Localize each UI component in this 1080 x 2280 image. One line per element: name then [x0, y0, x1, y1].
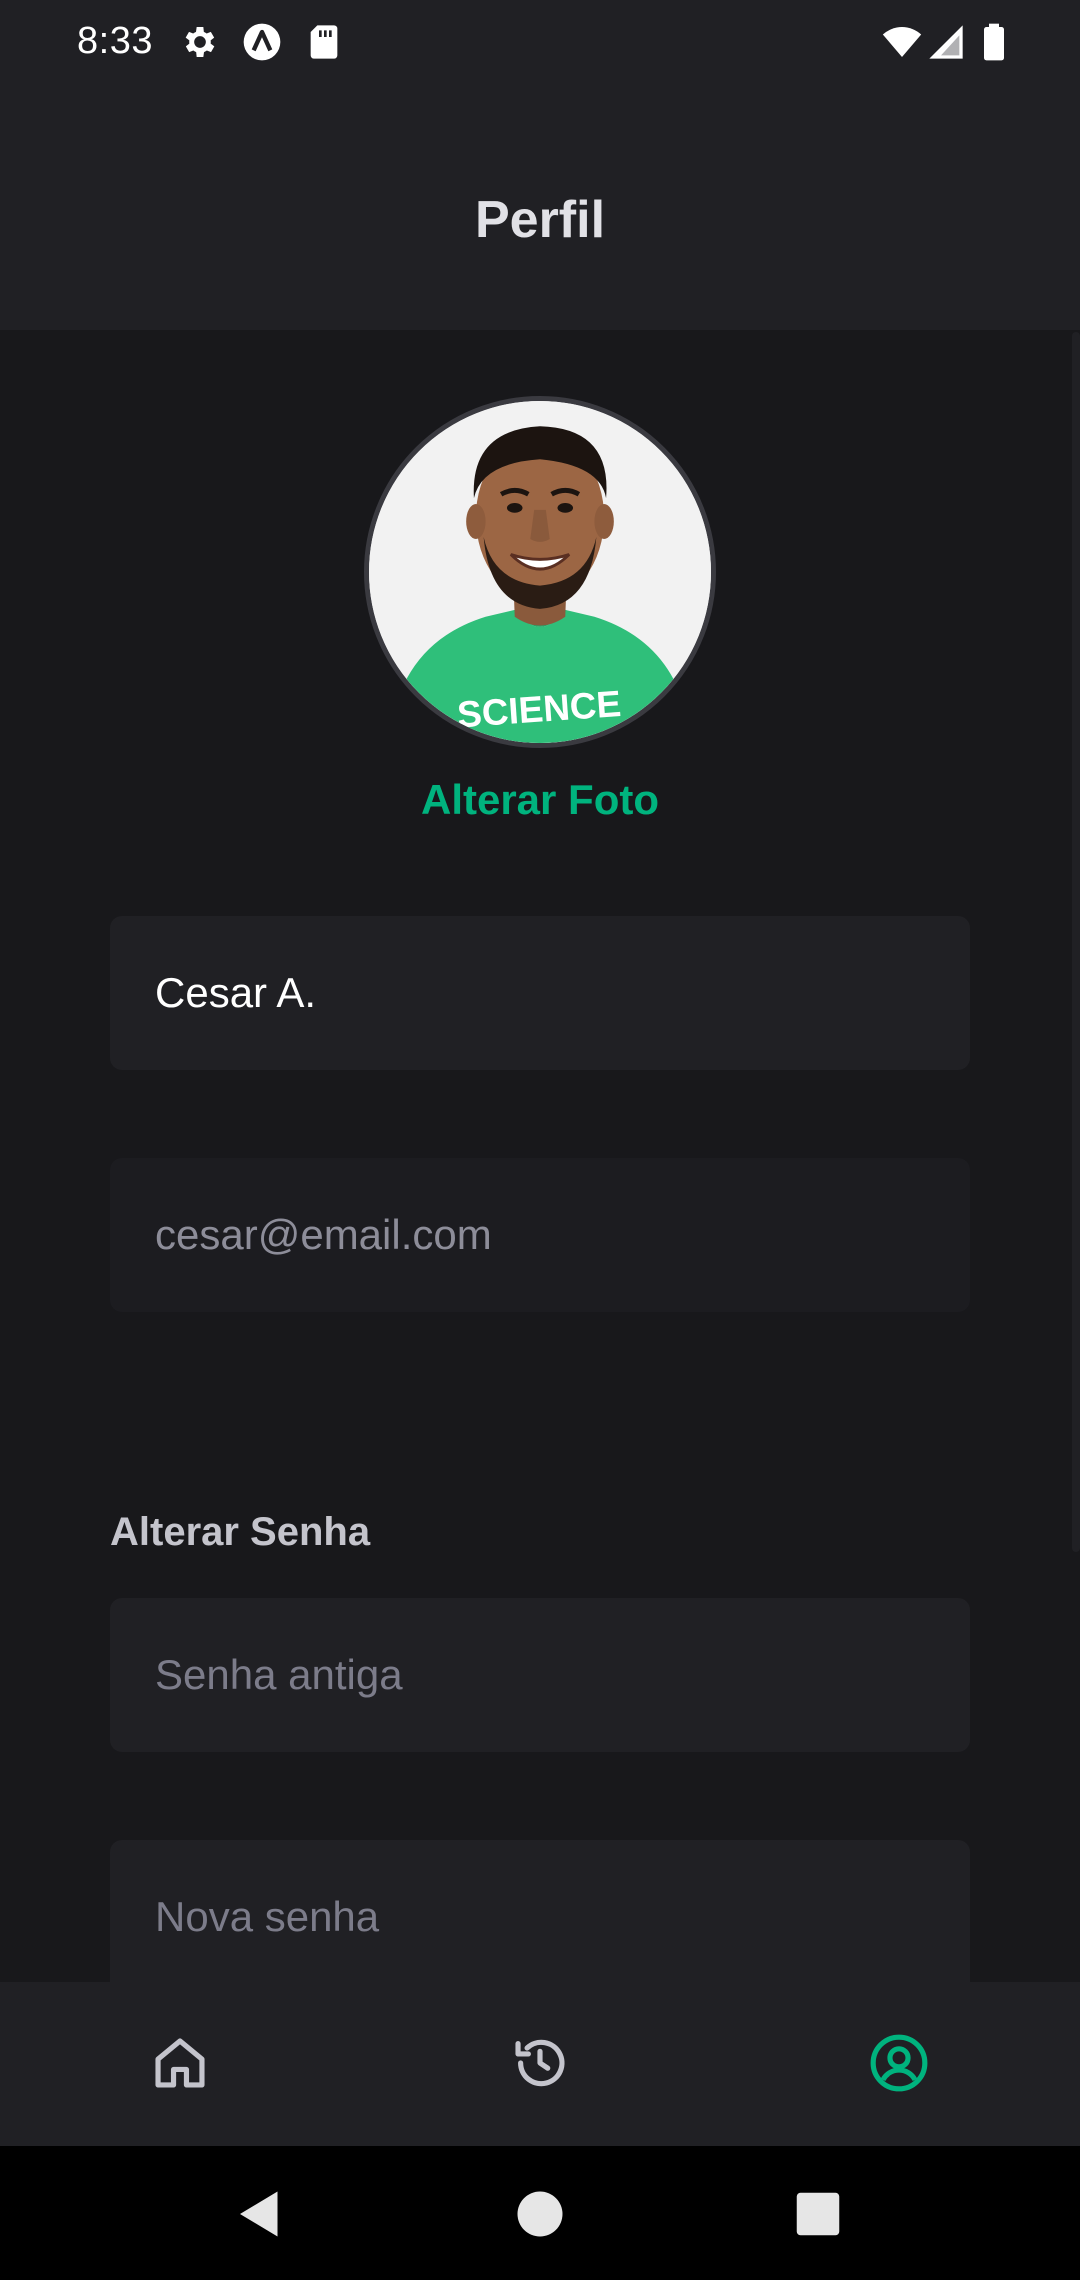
- header: Perfil: [0, 88, 1080, 330]
- signal-icon: [926, 22, 966, 62]
- name-input[interactable]: [155, 969, 970, 1017]
- new-password-field[interactable]: [110, 1840, 970, 1994]
- new-password-input[interactable]: [155, 1893, 970, 1941]
- email-field: [110, 1158, 970, 1312]
- recents-button[interactable]: [788, 2184, 848, 2244]
- home-system-button[interactable]: [510, 2184, 570, 2244]
- nav-profile[interactable]: [854, 2018, 944, 2108]
- wifi-icon: [882, 22, 922, 62]
- system-nav-bar: [0, 2146, 1080, 2280]
- page-title: Perfil: [474, 191, 606, 249]
- sd-card-icon: [304, 22, 344, 62]
- nav-history[interactable]: [495, 2018, 585, 2108]
- home-circle-icon: [517, 2191, 563, 2237]
- recents-square-icon: [796, 2192, 840, 2236]
- name-field[interactable]: [110, 916, 970, 1070]
- battery-icon: [974, 22, 1014, 62]
- old-password-field[interactable]: [110, 1598, 970, 1752]
- status-bar: 8:33: [0, 0, 1080, 88]
- history-icon: [515, 2039, 565, 2087]
- back-button[interactable]: [230, 2184, 290, 2244]
- settings-icon: [180, 22, 220, 62]
- bottom-nav: [0, 1982, 1080, 2146]
- old-password-input[interactable]: [155, 1651, 970, 1699]
- arrow-up-circle-icon: [242, 22, 282, 62]
- nav-home[interactable]: [135, 2018, 225, 2108]
- email-input: [155, 1211, 970, 1259]
- user-circle-icon: [870, 2034, 928, 2092]
- change-photo-button[interactable]: Alterar Foto: [0, 776, 1080, 824]
- back-triangle-icon: [240, 2191, 278, 2237]
- status-time: 8:33: [77, 20, 153, 62]
- scrollbar[interactable]: [1072, 332, 1080, 1552]
- change-password-title: Alterar Senha: [110, 1510, 371, 1554]
- avatar[interactable]: SCIENCE: [364, 396, 716, 748]
- home-icon: [155, 2038, 205, 2088]
